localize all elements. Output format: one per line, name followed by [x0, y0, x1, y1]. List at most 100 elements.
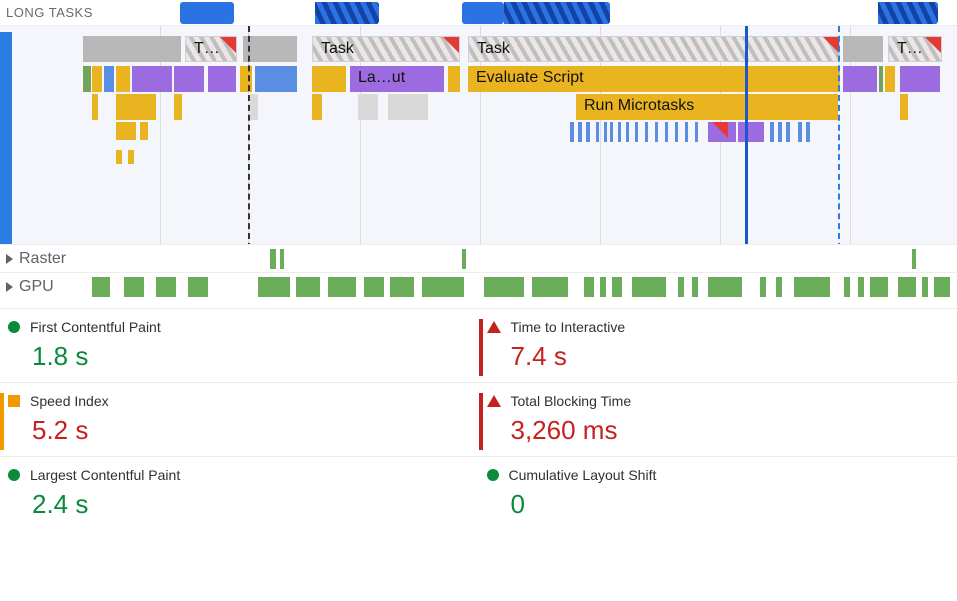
- gpu-block[interactable]: [776, 277, 782, 297]
- gpu-block[interactable]: [532, 277, 568, 297]
- flame-segment[interactable]: [104, 66, 114, 92]
- flame-segment[interactable]: [312, 94, 322, 120]
- gpu-block[interactable]: [258, 277, 290, 297]
- raster-row[interactable]: Raster: [0, 244, 957, 272]
- flame-segment[interactable]: [116, 66, 130, 92]
- gpu-block[interactable]: [844, 277, 850, 297]
- flame-segment[interactable]: [806, 122, 810, 142]
- long-task-block[interactable]: [504, 2, 610, 24]
- task-block[interactable]: [83, 36, 181, 62]
- flame-segment[interactable]: [879, 66, 883, 92]
- flame-segment[interactable]: [604, 122, 607, 142]
- gpu-block[interactable]: [858, 277, 864, 297]
- flame-segment[interactable]: [786, 122, 790, 142]
- flame-segment[interactable]: [885, 66, 895, 92]
- flame-segment[interactable]: [618, 122, 621, 142]
- flame-segment[interactable]: [116, 94, 156, 120]
- gpu-block[interactable]: [692, 277, 698, 297]
- flame-segment[interactable]: [798, 122, 802, 142]
- metric-cls[interactable]: Cumulative Layout Shift 0: [479, 456, 957, 530]
- raster-block[interactable]: [912, 249, 916, 269]
- flame-segment[interactable]: [174, 94, 182, 120]
- flame-segment[interactable]: [665, 122, 668, 142]
- gpu-block[interactable]: [188, 277, 208, 297]
- flame-segment[interactable]: [610, 122, 613, 142]
- gpu-block[interactable]: [708, 277, 742, 297]
- gpu-block[interactable]: [794, 277, 830, 297]
- flame-segment[interactable]: [645, 122, 648, 142]
- gpu-block[interactable]: [390, 277, 414, 297]
- gpu-block[interactable]: [632, 277, 666, 297]
- metric-fcp[interactable]: First Contentful Paint 1.8 s: [0, 308, 479, 382]
- task-block[interactable]: T…: [888, 36, 942, 62]
- expand-icon[interactable]: [6, 254, 13, 264]
- gpu-block[interactable]: [760, 277, 766, 297]
- raster-block[interactable]: [280, 249, 284, 269]
- gpu-block[interactable]: [92, 277, 110, 297]
- gpu-block[interactable]: [612, 277, 622, 297]
- flame-layout[interactable]: La…ut: [350, 66, 444, 92]
- gpu-block[interactable]: [484, 277, 524, 297]
- gpu-block[interactable]: [584, 277, 594, 297]
- flame-segment[interactable]: [312, 66, 346, 92]
- gpu-block[interactable]: [600, 277, 606, 297]
- gpu-block[interactable]: [422, 277, 464, 297]
- task-block[interactable]: [243, 36, 297, 62]
- playhead[interactable]: [745, 26, 748, 244]
- gpu-block[interactable]: [870, 277, 888, 297]
- flame-segment[interactable]: [116, 150, 122, 164]
- flame-evaluate-script[interactable]: Evaluate Script: [468, 66, 840, 92]
- flame-run-microtasks[interactable]: Run Microtasks: [576, 94, 838, 120]
- flame-segment[interactable]: [255, 66, 297, 92]
- metric-tti[interactable]: Time to Interactive 7.4 s: [479, 308, 957, 382]
- flame-segment[interactable]: [900, 94, 908, 120]
- task-block[interactable]: T…: [185, 36, 237, 62]
- flame-segment[interactable]: [843, 66, 877, 92]
- long-task-block[interactable]: [468, 2, 488, 24]
- gpu-block[interactable]: [922, 277, 928, 297]
- long-task-block[interactable]: [878, 2, 938, 24]
- metric-tbt[interactable]: Total Blocking Time 3,260 ms: [479, 382, 957, 456]
- flame-segment[interactable]: [358, 94, 378, 120]
- long-tasks-track[interactable]: [175, 2, 957, 24]
- expand-icon[interactable]: [6, 282, 13, 292]
- gpu-block[interactable]: [296, 277, 320, 297]
- task-block[interactable]: Task: [312, 36, 460, 62]
- flame-segment[interactable]: [675, 122, 678, 142]
- gpu-block[interactable]: [156, 277, 176, 297]
- flame-segment[interactable]: [695, 122, 698, 142]
- flame-segment[interactable]: [116, 122, 136, 140]
- flame-segment[interactable]: [900, 66, 940, 92]
- metric-si[interactable]: Speed Index 5.2 s: [0, 382, 479, 456]
- gpu-block[interactable]: [328, 277, 356, 297]
- flame-segment[interactable]: [83, 66, 91, 92]
- flame-segment[interactable]: [685, 122, 688, 142]
- flame-segment[interactable]: [92, 66, 102, 92]
- gpu-block[interactable]: [898, 277, 916, 297]
- metric-lcp[interactable]: Largest Contentful Paint 2.4 s: [0, 456, 479, 530]
- raster-block[interactable]: [270, 249, 276, 269]
- raster-block[interactable]: [462, 249, 466, 269]
- gpu-block[interactable]: [934, 277, 950, 297]
- long-task-block[interactable]: [315, 2, 379, 24]
- flame-segment[interactable]: [388, 94, 428, 120]
- flame-segment[interactable]: [140, 122, 148, 140]
- flame-segment[interactable]: [132, 66, 172, 92]
- gpu-row[interactable]: GPU: [0, 272, 957, 300]
- flame-segment[interactable]: [738, 122, 764, 142]
- flame-segment[interactable]: [240, 66, 252, 92]
- flame-chart[interactable]: T… Task Task T… La…ut Evaluate Script: [0, 26, 957, 244]
- flame-segment[interactable]: [128, 150, 134, 164]
- long-task-block[interactable]: [180, 2, 234, 24]
- flame-segment[interactable]: [778, 122, 782, 142]
- flame-segment[interactable]: [570, 122, 574, 142]
- flame-segment[interactable]: [92, 94, 98, 120]
- flame-segment[interactable]: [596, 122, 599, 142]
- flame-segment[interactable]: [174, 66, 204, 92]
- flame-segment[interactable]: [635, 122, 638, 142]
- flame-segment[interactable]: [655, 122, 658, 142]
- task-block[interactable]: [843, 36, 883, 62]
- flame-segment[interactable]: [770, 122, 774, 142]
- flame-segment[interactable]: [626, 122, 629, 142]
- gpu-block[interactable]: [364, 277, 384, 297]
